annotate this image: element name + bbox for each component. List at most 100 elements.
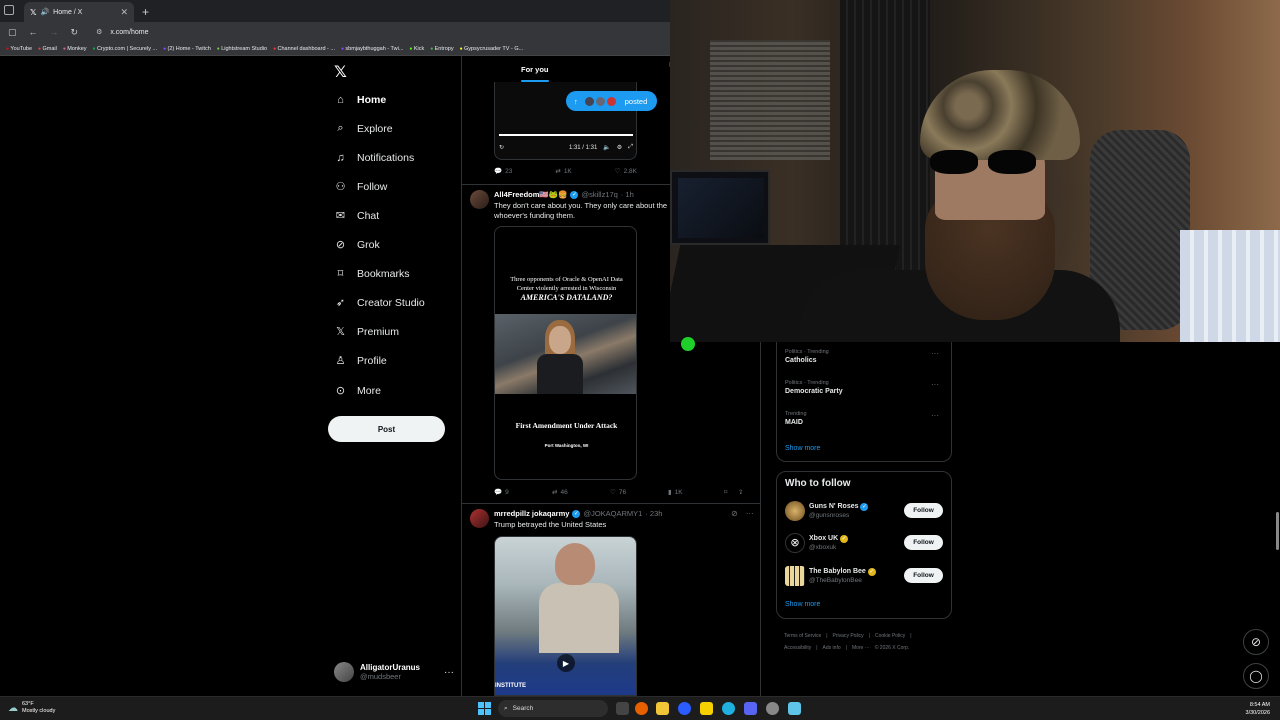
follow-button[interactable]: Follow	[904, 535, 943, 550]
sidebar-item-explore[interactable]: ⌕ Explore	[334, 122, 392, 135]
more-dots-icon[interactable]: ···	[746, 509, 754, 518]
x-logo-icon[interactable]: 𝕏	[334, 62, 347, 82]
notepad-icon[interactable]	[788, 702, 801, 715]
bookmark-item[interactable]: Gypsycrusader TV - G...	[460, 46, 523, 52]
address-bar[interactable]: ⚙ x.com/home	[96, 28, 148, 37]
browser-tab[interactable]: 𝕏 🔊 Home / X ✕	[24, 2, 134, 22]
discord-icon[interactable]	[744, 702, 757, 715]
firefox-icon[interactable]	[635, 702, 648, 715]
avatar[interactable]	[470, 190, 489, 209]
tweet-author-handle[interactable]: @JOKAQARMY1	[583, 509, 642, 518]
tweet-age[interactable]: · 23h	[645, 509, 662, 518]
weather-widget[interactable]: ☁ 63°F Mostly cloudy	[8, 701, 55, 715]
repost-button[interactable]: ⇄ 1K	[555, 167, 571, 176]
post-button[interactable]: Post	[328, 416, 445, 442]
bookmark-item[interactable]: Gmail	[38, 46, 56, 52]
avatar[interactable]	[470, 509, 489, 528]
tweet-author-name[interactable]: All4Freedom🇺🇸🐸🍔	[494, 190, 567, 199]
bookmark-item[interactable]: Monkey	[63, 46, 86, 52]
bookmark-item[interactable]: Kick	[409, 46, 424, 52]
app-icon[interactable]	[766, 702, 779, 715]
footer-link[interactable]: Cookie Policy	[875, 633, 905, 639]
bookmark-item[interactable]: (2) Home - Twitch	[163, 46, 211, 52]
sidebar-item-grok[interactable]: ⊘ Grok	[334, 238, 380, 252]
follow-suggestion[interactable]: The Babylon Bee ✓ @TheBabylonBee Follow	[785, 566, 945, 588]
sidebar-item-follow[interactable]: ⚇ Follow	[334, 180, 388, 194]
edge-icon[interactable]	[722, 702, 735, 715]
new-tab-button[interactable]: +	[142, 5, 149, 19]
trend-item[interactable]: Trending MAID ···	[785, 411, 945, 426]
footer-link[interactable]: Accessibility	[784, 645, 811, 651]
sidebar-item-premium[interactable]: 𝕏 Premium	[334, 325, 399, 339]
task-view-icon[interactable]	[616, 702, 629, 715]
tweet-author-handle[interactable]: @skillz17q	[581, 190, 617, 199]
more-dots-icon[interactable]: ···	[931, 380, 939, 389]
share-icon[interactable]: ⇪	[738, 488, 743, 496]
trend-item[interactable]: Politics · Trending Democratic Party ···	[785, 380, 945, 395]
follow-suggestion[interactable]: Guns N' Roses ✓ @gunsnroses Follow	[785, 501, 945, 523]
bookmark-item[interactable]: Entropy	[430, 46, 454, 52]
views-button[interactable]: ▮ 1K	[668, 488, 724, 497]
account-switcher[interactable]: AlligatorUranus @mudsbeer ···	[334, 662, 454, 682]
tweet-image[interactable]: Three opponents of Oracle & OpenAI Data …	[494, 226, 637, 480]
video-progress-bar[interactable]	[499, 134, 633, 136]
sidebar-item-notifications[interactable]: ♫ Notifications	[334, 151, 414, 164]
sidebar-item-home[interactable]: ⌂ Home	[334, 93, 386, 106]
footer-link[interactable]: Terms of Service	[784, 633, 821, 639]
sidebar-item-profile[interactable]: ♙ Profile	[334, 354, 387, 368]
tweet-video-thumbnail[interactable]: ▶ INSTITUTE	[494, 536, 637, 696]
who-to-follow-show-more-link[interactable]: Show more	[785, 601, 820, 608]
fullscreen-icon[interactable]: ⤢	[628, 144, 633, 151]
system-clock[interactable]: 8:54 AM 3/30/2026	[1246, 701, 1270, 717]
bookmark-item[interactable]: YouTube	[6, 46, 32, 52]
reply-button[interactable]: 💬 23	[494, 167, 512, 176]
settings-icon[interactable]: ⚙	[617, 144, 622, 151]
more-dots-icon[interactable]: ···	[931, 349, 939, 358]
trends-show-more-link[interactable]: Show more	[785, 445, 820, 452]
tweet-age[interactable]: · 1h	[621, 190, 634, 199]
new-posts-pill[interactable]: ↑ posted	[566, 91, 657, 111]
sidebar-item-creator-studio[interactable]: ➶ Creator Studio	[334, 296, 425, 310]
more-dots-icon[interactable]: ···	[444, 667, 454, 678]
footer-link[interactable]: More ···	[852, 645, 870, 651]
bookmark-item[interactable]: Crypto.com | Securely ...	[93, 46, 157, 52]
chat-float-button[interactable]: ◯	[1243, 663, 1269, 689]
forward-icon[interactable]: →	[50, 27, 59, 38]
back-icon[interactable]: ←	[29, 27, 38, 38]
reload-icon[interactable]: ↻	[71, 27, 79, 38]
tweet-author-name[interactable]: mrredpillz jokaqarmy	[494, 509, 569, 518]
site-info-icon[interactable]: ⚙	[96, 28, 102, 36]
taskbar-search[interactable]: ⌕ Search	[498, 700, 608, 717]
follow-button[interactable]: Follow	[904, 568, 943, 583]
replay-icon[interactable]: ↻	[499, 144, 504, 151]
tab-for-you[interactable]: For you	[521, 65, 549, 74]
speaker-icon[interactable]: 🔊	[40, 8, 49, 16]
start-button[interactable]	[478, 702, 491, 715]
like-button[interactable]: ♡ 76	[610, 488, 668, 497]
trend-item[interactable]: Politics · Trending Catholics ···	[785, 349, 945, 364]
footer-link[interactable]: Ads info	[823, 645, 841, 651]
bookmark-icon[interactable]: ⌑	[724, 488, 738, 496]
bookmark-item[interactable]: sbmjaybthuggah - Twi...	[341, 46, 403, 52]
repost-button[interactable]: ⇄ 46	[552, 488, 610, 497]
play-icon[interactable]: ▶	[557, 654, 575, 672]
grok-icon[interactable]: ⊘	[731, 509, 738, 518]
follow-button[interactable]: Follow	[904, 503, 943, 518]
bookmark-item[interactable]: Channel dashboard - ...	[273, 46, 335, 52]
like-button[interactable]: ♡ 2.8K	[615, 167, 637, 176]
footer-link[interactable]: Privacy Policy	[833, 633, 864, 639]
sidebar-item-bookmarks[interactable]: ⌑ Bookmarks	[334, 267, 410, 281]
scrollbar[interactable]	[1276, 512, 1279, 550]
more-dots-icon[interactable]: ···	[931, 411, 939, 420]
sidebar-item-more[interactable]: ⊙ More	[334, 384, 381, 398]
volume-icon[interactable]: 🔈	[603, 144, 610, 151]
tab-close-icon[interactable]: ✕	[120, 7, 128, 18]
file-explorer-icon[interactable]	[656, 702, 669, 715]
app-icon[interactable]	[700, 702, 713, 715]
app-icon[interactable]	[678, 702, 691, 715]
sidebar-item-chat[interactable]: ✉ Chat	[334, 209, 379, 223]
bookmark-item[interactable]: Lightstream Studio	[217, 46, 267, 52]
grok-float-button[interactable]: ⊘	[1243, 629, 1269, 655]
reply-button[interactable]: 💬 9	[494, 488, 552, 497]
follow-suggestion[interactable]: ⊗ Xbox UK ✓ @xboxuk Follow	[785, 533, 945, 555]
